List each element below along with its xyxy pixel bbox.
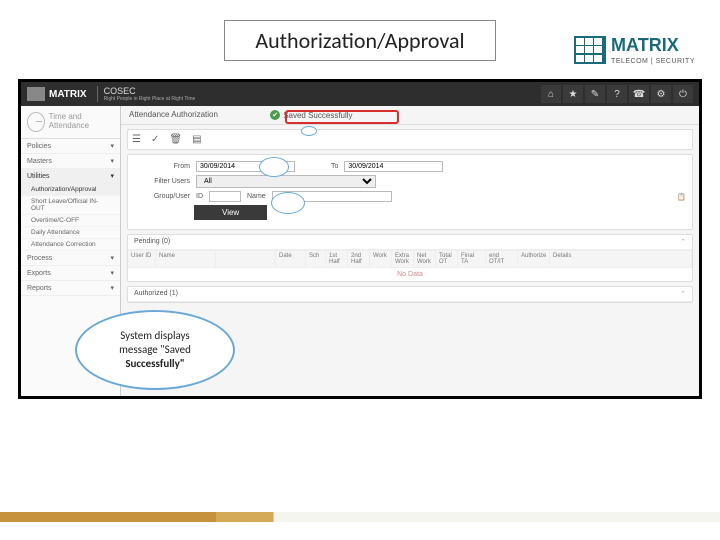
sidebar-module[interactable]: Time and Attendance (21, 106, 120, 139)
app-tagline: Right People in Right Place at Right Tim… (104, 96, 196, 102)
toolbar: ☰ ✓ 🗑 ▤ (127, 129, 693, 150)
gear-icon[interactable]: ⚙ (651, 85, 671, 103)
sidebar-item-short-leave[interactable]: Short Leave/Official IN-OUT (21, 196, 120, 215)
app-product: COSEC (104, 86, 196, 96)
view-button[interactable]: View (194, 205, 267, 220)
sidebar-sec-utilities[interactable]: Utilities▾ (21, 169, 120, 184)
edit-icon[interactable]: ✎ (585, 85, 605, 103)
to-date-input[interactable] (344, 161, 443, 172)
brand-grid-icon (574, 36, 606, 64)
phone-icon[interactable]: ☎ (629, 85, 649, 103)
slide-title: Authorization/Approval (224, 20, 495, 61)
authorized-panel: Authorized (1) (127, 286, 693, 303)
power-icon[interactable]: ⏻ (673, 85, 693, 103)
to-label: To (331, 163, 338, 170)
sidebar-sec-process[interactable]: Process▾ (21, 251, 120, 266)
help-icon[interactable]: ? (607, 85, 627, 103)
app-topbar: MATRIX COSEC Right People in Right Place… (21, 82, 699, 106)
pending-header[interactable]: Pending (0) (128, 235, 692, 250)
id-label: ID (196, 193, 203, 200)
sidebar-item-daily-attendance[interactable]: Daily Attendance (21, 227, 120, 239)
toolbar-list-icon[interactable]: ▤ (192, 134, 201, 145)
filter-users-label: Filter Users (134, 178, 190, 185)
sidebar-sec-reports[interactable]: Reports▾ (21, 281, 120, 296)
callout-text: System displays message "Saved Successfu… (119, 329, 191, 372)
user-id-input[interactable] (209, 191, 241, 202)
group-user-label: Group/User (134, 193, 190, 200)
from-label: From (134, 163, 190, 170)
sidebar-item-overtime[interactable]: Overtime/C-OFF (21, 215, 120, 227)
sidebar-item-auth-approval[interactable]: Authorization/Approval (21, 184, 120, 196)
footer-stripe (0, 512, 720, 522)
brand-subtitle: TELECOM | SECURITY (611, 58, 695, 65)
breadcrumb: Attendance Authorization (129, 110, 218, 119)
filter-users-select[interactable]: All (196, 175, 376, 188)
annotation-bubble-1 (301, 126, 317, 136)
name-label: Name (247, 193, 266, 200)
toolbar-menu-icon[interactable]: ☰ (132, 134, 141, 145)
sidebar-sec-policies[interactable]: Policies▾ (21, 139, 120, 154)
sidebar-item-att-correction[interactable]: Attendance Correction (21, 239, 120, 251)
pending-panel: Pending (0) User ID Name Date Sch 1st Ha… (127, 234, 693, 282)
lookup-icon[interactable]: 📋 (677, 193, 686, 201)
clock-icon (27, 112, 45, 132)
filter-panel: From To Filter Users All Group/User ID N… (127, 154, 693, 230)
pending-table-header: User ID Name Date Sch 1st Half 2nd Half … (128, 250, 692, 268)
toolbar-check-icon[interactable]: ✓ (151, 134, 159, 145)
annotation-saved-highlight (285, 110, 399, 124)
home-icon[interactable]: ⌂ (541, 85, 561, 103)
annotation-bubble-2 (259, 157, 289, 177)
brand-logo: MATRIX TELECOM | SECURITY (574, 35, 695, 65)
brand-name: MATRIX (611, 35, 695, 56)
annotation-bubble-3 (271, 192, 305, 214)
app-logo-name: MATRIX (49, 89, 87, 100)
no-data-msg: No Data (128, 268, 692, 281)
module-title: Time and Attendance (49, 113, 114, 131)
toolbar-delete-icon[interactable]: 🗑 (169, 134, 182, 145)
callout-cloud: System displays message "Saved Successfu… (75, 310, 235, 390)
topbar-icons: ⌂ ★ ✎ ? ☎ ⚙ ⏻ (541, 85, 693, 103)
sidebar-sec-masters[interactable]: Masters▾ (21, 154, 120, 169)
star-icon[interactable]: ★ (563, 85, 583, 103)
app-logo-icon (27, 87, 45, 101)
authorized-header[interactable]: Authorized (1) (128, 287, 692, 302)
sidebar-sec-exports[interactable]: Exports▾ (21, 266, 120, 281)
